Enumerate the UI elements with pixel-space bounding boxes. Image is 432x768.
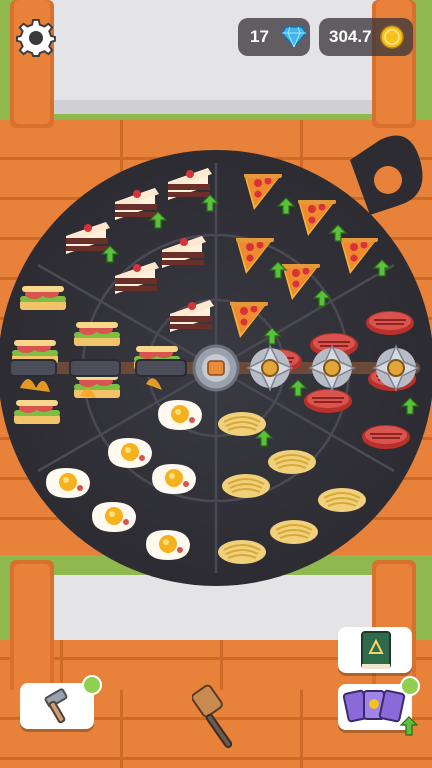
spaghetti-item[interactable] [269, 519, 319, 545]
spatula-button[interactable] [191, 684, 248, 756]
diamond-icon [280, 26, 307, 48]
upgrade-arrow-icon [277, 197, 295, 215]
sandwich-item[interactable] [74, 322, 120, 346]
spaghetti-item[interactable] [217, 411, 267, 437]
book-icon [361, 631, 391, 669]
upgrade-arrow-icon [401, 397, 419, 415]
cake-item[interactable] [168, 168, 212, 200]
fire-effect [20, 379, 50, 392]
cake-item[interactable] [66, 222, 110, 254]
pizza-item[interactable] [282, 264, 320, 300]
sandwich-section [12, 286, 180, 424]
spaghetti-item[interactable] [267, 449, 317, 475]
cake-section [66, 168, 219, 332]
upgrade-arrow-icon [201, 194, 219, 212]
gear-icon [16, 18, 56, 57]
pizza-item[interactable] [230, 302, 268, 338]
cake-item[interactable] [115, 188, 159, 220]
cards-button[interactable] [338, 676, 420, 736]
egg-section [46, 400, 202, 560]
conveyor-blocks [9, 359, 187, 377]
egg-item[interactable] [108, 438, 152, 468]
gem-counter: 17 [238, 18, 310, 56]
steak-item[interactable] [361, 424, 411, 450]
cake-item[interactable] [162, 236, 206, 268]
coin-count: 304.7 [329, 27, 372, 46]
cake-item[interactable] [170, 300, 214, 332]
sandwich-item[interactable] [20, 286, 66, 310]
egg-item[interactable] [146, 530, 190, 560]
spatula-icon [191, 684, 233, 749]
pizza-item[interactable] [244, 174, 282, 210]
cake-item[interactable] [115, 262, 159, 294]
notification-dot [400, 676, 420, 696]
gem-count: 17 [250, 27, 269, 46]
upgrade-arrow-icon [263, 327, 281, 345]
spaghetti-section [217, 411, 367, 565]
pizza-item[interactable] [340, 238, 378, 274]
coin-counter: 304.7 [319, 18, 413, 56]
spinning-blades [247, 345, 419, 391]
spaghetti-item[interactable] [221, 473, 271, 499]
upgrade-arrow-icon [313, 289, 331, 307]
egg-item[interactable] [152, 464, 196, 494]
hammer-button[interactable] [20, 675, 102, 729]
egg-item[interactable] [158, 400, 202, 430]
egg-item[interactable] [92, 502, 136, 532]
recipe-book-button[interactable] [338, 627, 412, 673]
egg-item[interactable] [46, 468, 90, 498]
coin-icon [379, 25, 404, 49]
spaghetti-item[interactable] [317, 487, 367, 513]
notification-dot [82, 675, 102, 695]
pizza-item[interactable] [236, 238, 274, 274]
pizza-section [230, 174, 391, 345]
center-hub [192, 344, 240, 392]
pizza-item[interactable] [298, 200, 336, 236]
steak-item[interactable] [365, 310, 415, 336]
upgrade-arrow-icon [373, 259, 391, 277]
settings-button[interactable] [16, 18, 56, 58]
sandwich-item[interactable] [14, 400, 60, 424]
upgrade-arrow-icon [400, 716, 418, 736]
steak-item[interactable] [303, 388, 353, 414]
upgrade-arrow-icon [289, 379, 307, 397]
spaghetti-item[interactable] [217, 539, 267, 565]
